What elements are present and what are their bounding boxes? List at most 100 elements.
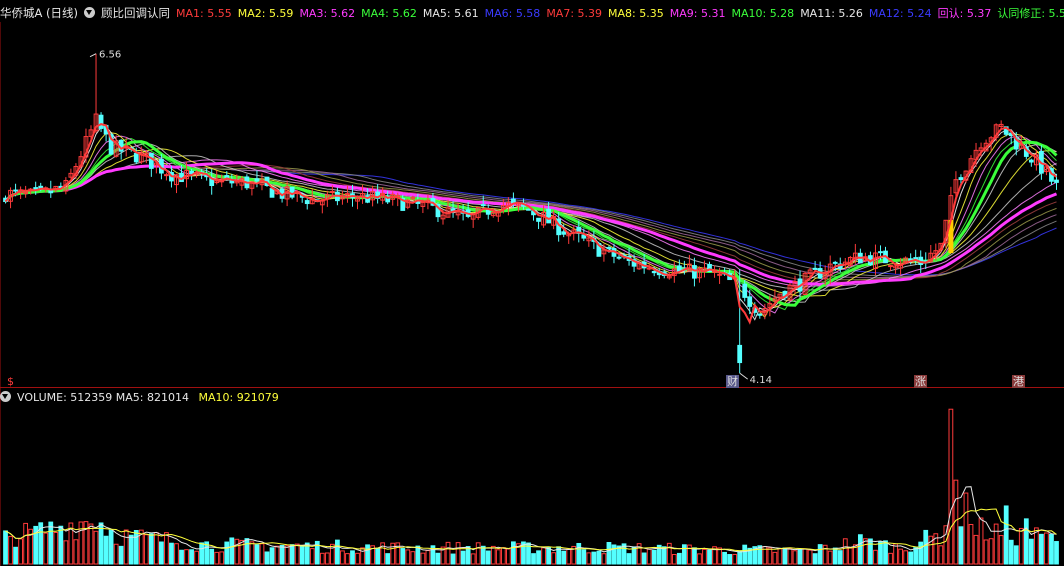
- ma-legend-label: 认同修正:: [997, 7, 1049, 20]
- volume-bar: [531, 553, 536, 565]
- volume-bar: [541, 547, 546, 565]
- event-marker-s[interactable]: $: [6, 375, 15, 388]
- volume-bar: [717, 547, 722, 565]
- volume-bar: [485, 550, 491, 565]
- event-marker-cai[interactable]: 财: [726, 375, 739, 388]
- indicator-name[interactable]: 顾比回调认同: [101, 6, 170, 20]
- ma-legend-item: MA9: 5.31: [670, 7, 726, 20]
- candle-body: [480, 204, 486, 207]
- volume-label: VOLUME: 512359: [17, 391, 112, 404]
- candle-body: [345, 193, 350, 196]
- volume-bar: [309, 548, 315, 565]
- volume-bar: [883, 540, 888, 565]
- volume-bar: [8, 535, 13, 565]
- candle-body: [561, 231, 567, 235]
- volume-bar: [93, 530, 99, 565]
- ma-legend-label: MA5:: [422, 7, 455, 20]
- ma-legend-item: MA4: 5.62: [361, 7, 417, 20]
- volume-bar: [913, 547, 919, 565]
- volume-bar: [500, 547, 506, 565]
- volume-bar: [229, 537, 235, 565]
- volume-bar: [194, 550, 199, 565]
- volume-bar: [113, 543, 119, 565]
- volume-bar: [1018, 527, 1024, 565]
- volume-bar: [475, 542, 481, 565]
- volume-bar: [224, 541, 230, 565]
- volume-bar: [3, 530, 8, 565]
- ma-legend-label: MA9:: [669, 7, 701, 20]
- volume-bar: [631, 546, 637, 565]
- volume-bar: [259, 543, 265, 565]
- volume-bar: [410, 551, 416, 565]
- volume-dropdown-icon[interactable]: [0, 391, 11, 402]
- volume-bar: [692, 547, 697, 565]
- volume-bar: [973, 534, 979, 565]
- volume-bar: [1028, 538, 1034, 565]
- volume-bar: [143, 534, 149, 565]
- volume-bar: [123, 529, 129, 565]
- volume-ma5-value: 821014: [146, 391, 189, 404]
- candle-body: [692, 265, 697, 279]
- volume-bar: [978, 517, 984, 565]
- event-marker-zhang[interactable]: 涨: [914, 375, 927, 388]
- volume-bar: [681, 544, 687, 565]
- candle-body: [676, 265, 682, 272]
- volume-bar: [1039, 533, 1044, 565]
- volume-bar: [420, 552, 426, 565]
- volume-bar: [988, 538, 994, 565]
- volume-bar: [787, 547, 793, 565]
- candle-body: [888, 265, 893, 268]
- volume-bar: [319, 552, 325, 565]
- volume-bar: [772, 551, 778, 565]
- volume-bar: [239, 539, 245, 565]
- volume-bar: [546, 546, 551, 565]
- volume-bar: [103, 535, 109, 565]
- candle-body: [742, 283, 748, 298]
- candle-body: [13, 189, 18, 192]
- volume-bar: [671, 553, 677, 565]
- volume-bar: [169, 542, 174, 565]
- indicator-dropdown-icon[interactable]: [84, 7, 95, 18]
- volume-bar: [184, 549, 189, 565]
- volume-bar: [1033, 527, 1039, 565]
- volume-bar: [998, 535, 1004, 565]
- volume-bar: [505, 548, 511, 565]
- candle-body: [189, 170, 194, 174]
- volume-bar: [697, 553, 702, 565]
- ma-legend-value: 5.37: [966, 7, 992, 20]
- event-marker-gang[interactable]: 港: [1012, 375, 1025, 388]
- volume-bar: [511, 541, 516, 565]
- volume-bar: [43, 532, 49, 565]
- ma-legend-value: 5.59: [268, 7, 294, 20]
- volume-bar: [53, 531, 59, 565]
- ma-legend-label: MA10:: [731, 7, 770, 20]
- candle-body: [958, 177, 964, 181]
- volume-bar: [536, 550, 541, 565]
- volume-bar: [284, 545, 290, 565]
- volume-bar: [153, 532, 159, 565]
- volume-bar: [1008, 539, 1014, 565]
- volume-bar: [606, 541, 612, 565]
- volume-bar: [48, 521, 54, 565]
- volume-bar: [455, 542, 461, 565]
- volume-bar: [13, 546, 18, 565]
- candle-body: [304, 200, 310, 205]
- volume-bar: [797, 548, 803, 565]
- volume-bar: [727, 554, 733, 565]
- candle-body: [1028, 159, 1034, 163]
- volume-bar: [767, 547, 773, 565]
- candle-body: [737, 344, 743, 364]
- volume-label-text: VOLUME:: [17, 391, 71, 404]
- candle-body: [606, 247, 612, 250]
- volume-bar: [118, 545, 124, 565]
- ma-legend-value: 5.61: [454, 7, 479, 20]
- ma-legend-label: MA12:: [868, 7, 908, 20]
- low-price-label: 4.14: [750, 375, 772, 386]
- volume-bar: [893, 543, 898, 565]
- ma-legend-value: 5.31: [700, 7, 726, 20]
- volume-value: 512359: [70, 391, 113, 404]
- volume-ma10-label: MA10:: [198, 391, 237, 404]
- volume-bar: [676, 552, 682, 565]
- volume-bar: [274, 545, 280, 565]
- volume-bar: [968, 523, 974, 565]
